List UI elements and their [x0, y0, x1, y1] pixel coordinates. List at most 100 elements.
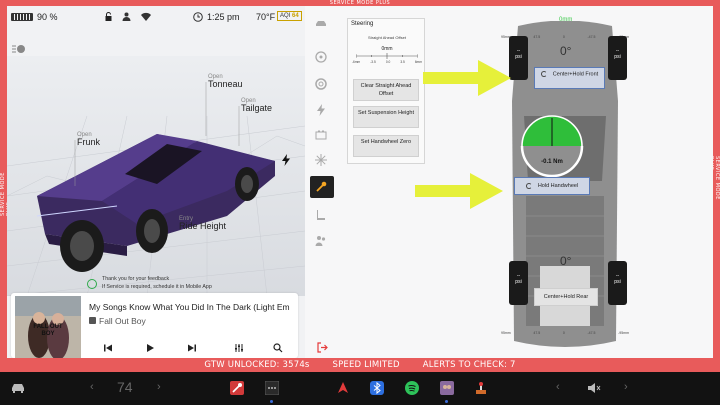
navigation-icon[interactable]	[336, 381, 350, 395]
clock-time: 1:25 pm	[207, 12, 240, 22]
driver-profile-icon[interactable]	[122, 12, 131, 21]
song-title: My Songs Know What You Did In The Dark (…	[89, 302, 290, 312]
volume-up-button[interactable]: ›	[624, 381, 628, 393]
artist-icon	[89, 317, 96, 324]
service-panel: Steering Straight Ahead Offset 0mm -6mm …	[305, 6, 713, 358]
temp-down-button[interactable]: ‹	[90, 381, 94, 393]
pointer-arrow-icon	[415, 173, 503, 209]
scale-tick: -95mm	[618, 331, 629, 335]
feedback-line-2: If Service is required, schedule it in M…	[102, 283, 212, 290]
headlights-icon[interactable]	[12, 44, 26, 54]
vehicle-render	[7, 56, 305, 297]
offset-slider[interactable]	[356, 52, 418, 60]
scale-tick: -47.5	[587, 35, 596, 39]
play-button[interactable]	[145, 343, 155, 353]
tailgate-control[interactable]: Open Tailgate	[241, 98, 272, 114]
active-app-dot	[270, 400, 273, 403]
car-controls-icon[interactable]	[11, 381, 25, 395]
center-hold-front-label: Center+Hold Front	[552, 71, 599, 78]
song-artist: Fall Out Boy	[99, 316, 146, 326]
previous-track-button[interactable]	[103, 343, 113, 353]
set-handwheel-zero-button[interactable]: Set Handwheel Zero	[353, 135, 419, 157]
front-wheel-angle: 0°	[560, 44, 572, 58]
scale-tick: 47.5	[533, 331, 541, 335]
frunk-control[interactable]: Open Frunk	[77, 132, 100, 148]
volume-muted-icon[interactable]	[587, 381, 601, 395]
steering-settings-card: Steering Straight Ahead Offset 0mm -6mm …	[347, 18, 425, 164]
feedback-line-1: Thank you for your feedback	[102, 276, 170, 282]
wifi-icon[interactable]	[141, 12, 151, 21]
aqi-value: 64	[292, 13, 299, 19]
steering-wheel-icon[interactable]	[315, 51, 327, 63]
alignment-wrench-icon[interactable]	[315, 181, 327, 193]
rear-left-tire: -- psi	[509, 261, 528, 305]
alerts-to-check-text[interactable]: ALERTS TO CHECK: 7	[423, 360, 516, 370]
rear-right-tire: -- psi	[608, 261, 627, 305]
tailgate-label: Tailgate	[241, 103, 273, 114]
active-app-dot	[445, 400, 448, 403]
battery-percent: 90 %	[37, 12, 58, 22]
tire-unit: psi	[614, 54, 621, 60]
service-tool-sidebar	[305, 6, 337, 358]
offset-tick: 6mm	[414, 60, 422, 64]
next-track-button[interactable]	[187, 343, 197, 353]
center-hold-front-button[interactable]: Center+Hold Front	[534, 67, 605, 89]
ride-height-control[interactable]: Entry Ride Height	[179, 216, 226, 232]
media-player: FALL OUT BOY My Songs Know What You Did …	[11, 293, 298, 358]
taskbar: ‹ 74 › ‹ ›	[0, 372, 720, 405]
center-hold-rear-button[interactable]: Center+Hold Rear	[534, 288, 598, 306]
set-suspension-height-button[interactable]: Set Suspension Height	[353, 106, 419, 128]
volume-down-button[interactable]: ‹	[556, 381, 560, 393]
gtw-unlocked-text: GTW UNLOCKED: 3574s	[204, 360, 310, 370]
more-apps-icon[interactable]	[265, 381, 279, 395]
ride-height-label: Ride Height	[179, 221, 227, 232]
vehicle-panel: 90 % 1:25 pm 70°F AQI 64 Open Tonneau Op…	[7, 6, 305, 358]
exit-icon[interactable]	[317, 342, 328, 353]
battery-icon	[11, 13, 33, 21]
equalizer-button[interactable]	[234, 343, 244, 353]
hold-handwheel-button[interactable]: Hold Handwheel	[514, 177, 590, 195]
outside-temperature: 70°F	[256, 12, 276, 22]
pointer-arrow-icon	[423, 60, 511, 96]
rear-wheel-angle: 0°	[560, 254, 572, 268]
seat-icon[interactable]	[315, 209, 327, 221]
front-right-tire: -- psi	[608, 36, 627, 80]
spinner-icon	[525, 182, 532, 189]
clock-icon	[193, 12, 203, 22]
car-icon[interactable]	[315, 18, 327, 30]
tire-icon[interactable]	[315, 78, 327, 90]
offset-tick: 3.5	[400, 60, 405, 64]
aqi-label: AQI	[280, 13, 291, 19]
charge-port-icon[interactable]	[282, 154, 290, 166]
scale-tick: -47.5	[587, 331, 596, 335]
spotify-icon[interactable]	[405, 381, 419, 395]
handwheel-torque-value: -0.1 Nm	[541, 159, 563, 165]
people-icon[interactable]	[315, 235, 327, 247]
album-text: FALL OUT BOY	[33, 324, 63, 337]
feedback-message: Thank you for your feedback If Service i…	[102, 276, 212, 292]
screen-frame: SERVICE MODE PLUS SERVICE MODE PLUS SERV…	[0, 0, 720, 405]
lightning-icon[interactable]	[315, 104, 327, 116]
speed-limited-text: SPEED LIMITED	[332, 360, 400, 370]
tonneau-label: Tonneau	[208, 79, 243, 90]
album-app-icon[interactable]	[440, 381, 454, 395]
toybox-joystick-icon[interactable]	[474, 381, 488, 395]
bluetooth-icon[interactable]	[370, 381, 384, 395]
lock-icon[interactable]	[105, 12, 112, 21]
offset-tick: -6mm	[352, 60, 361, 64]
handwheel-torque-gauge	[520, 115, 584, 178]
temp-up-button[interactable]: ›	[157, 381, 161, 393]
spinner-icon	[540, 71, 547, 77]
album-art[interactable]: FALL OUT BOY	[15, 296, 81, 358]
battery-tool-icon[interactable]	[315, 129, 327, 141]
tire-unit: psi	[515, 279, 522, 285]
tonneau-control[interactable]: Open Tonneau	[208, 74, 243, 90]
vehicle-3d-view[interactable]: Open Tonneau Open Tailgate Open Frunk Entry…	[7, 56, 305, 297]
service-toolbox-icon[interactable]	[230, 381, 244, 395]
hold-handwheel-label: Hold Handwheel	[537, 183, 579, 189]
offset-scale-ticks: -6mm -3.5 0.0 3.5 6mm	[352, 60, 422, 64]
climate-icon[interactable]	[315, 154, 327, 166]
clear-straight-ahead-offset-button[interactable]: Clear Straight Ahead Offset	[353, 79, 419, 101]
media-search-button[interactable]	[273, 343, 283, 353]
check-circle-icon	[87, 279, 97, 289]
